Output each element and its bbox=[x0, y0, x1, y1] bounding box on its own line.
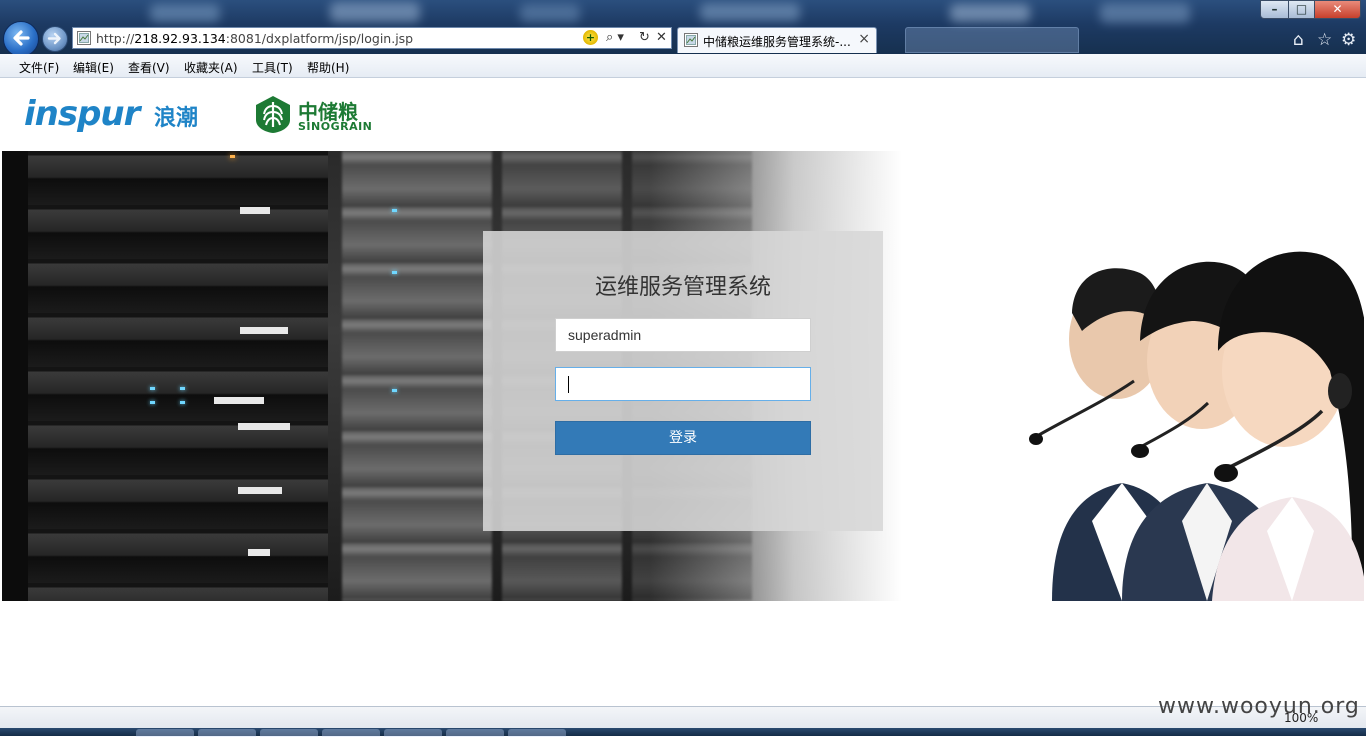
stop-icon[interactable]: ✕ bbox=[656, 30, 667, 45]
maximize-icon: □ bbox=[1295, 2, 1308, 16]
maximize-button[interactable]: □ bbox=[1288, 0, 1315, 19]
arrow-left-icon bbox=[13, 30, 30, 46]
login-title: 运维服务管理系统 bbox=[594, 275, 771, 300]
inspur-logo-cn: 浪潮 bbox=[154, 106, 199, 131]
sinograin-emblem-icon bbox=[256, 96, 290, 133]
address-url[interactable]: http://218.92.93.134:8081/dxplatform/jsp… bbox=[96, 31, 413, 46]
url-host: 218.92.93.134 bbox=[134, 31, 226, 46]
minimize-button[interactable]: – bbox=[1260, 0, 1289, 19]
username-value: superadmin bbox=[568, 327, 642, 343]
login-button[interactable]: 登录 bbox=[555, 421, 811, 455]
arrow-right-icon bbox=[47, 32, 61, 45]
menu-bar: 文件(F) 编辑(E) 查看(V) 收藏夹(A) 工具(T) 帮助(H) bbox=[0, 54, 1366, 78]
hero-banner: 运维服务管理系统 superadmin 登录 bbox=[2, 151, 1364, 601]
browser-titlebar: http://218.92.93.134:8081/dxplatform/jsp… bbox=[0, 0, 1366, 54]
favorites-star-icon[interactable]: ☆ bbox=[1317, 30, 1332, 50]
password-input[interactable] bbox=[555, 367, 811, 401]
page-content: inspur 浪潮 中储粮 SINOGRAIN 运维服务管理系统 superad… bbox=[2, 78, 1364, 706]
menu-tools[interactable]: 工具(T) bbox=[252, 59, 293, 76]
tab-close-icon[interactable]: × bbox=[858, 31, 870, 47]
url-path: :8081/dxplatform/jsp/login.jsp bbox=[225, 31, 414, 46]
inspur-logo: inspur bbox=[24, 94, 140, 134]
minimize-icon: – bbox=[1271, 2, 1278, 16]
watermark: www.wooyun.org bbox=[1158, 694, 1360, 719]
menu-help[interactable]: 帮助(H) bbox=[307, 59, 349, 76]
new-tab-button[interactable] bbox=[905, 27, 1079, 53]
address-bar[interactable]: http://218.92.93.134:8081/dxplatform/jsp… bbox=[72, 27, 672, 49]
forward-button[interactable] bbox=[42, 26, 68, 52]
text-caret bbox=[568, 376, 569, 393]
os-taskbar bbox=[0, 728, 1366, 737]
back-button[interactable] bbox=[3, 21, 39, 54]
refresh-icon[interactable]: ↻ bbox=[639, 30, 650, 45]
tab-login[interactable]: 中储粮运维服务管理系统-... × bbox=[677, 27, 877, 53]
menu-edit[interactable]: 编辑(E) bbox=[73, 59, 114, 76]
menu-file[interactable]: 文件(F) bbox=[19, 59, 59, 76]
tab-title: 中储粮运维服务管理系统-... bbox=[703, 35, 851, 49]
close-window-button[interactable]: ✕ bbox=[1314, 0, 1361, 19]
search-dropdown-icon[interactable]: ⌕ ▾ bbox=[606, 30, 624, 45]
sinograin-logo-en: SINOGRAIN bbox=[298, 120, 373, 133]
customer-service-agents-image bbox=[1029, 251, 1364, 601]
url-scheme: http:// bbox=[96, 31, 135, 46]
menu-view[interactable]: 查看(V) bbox=[128, 59, 170, 76]
home-icon[interactable]: ⌂ bbox=[1293, 30, 1304, 50]
page-icon bbox=[77, 31, 91, 45]
compatibility-view-icon[interactable]: + bbox=[583, 30, 598, 45]
close-icon: ✕ bbox=[1332, 2, 1343, 16]
login-panel: 运维服务管理系统 superadmin 登录 bbox=[483, 231, 883, 531]
menu-favorites[interactable]: 收藏夹(A) bbox=[184, 59, 238, 76]
page-icon bbox=[684, 33, 698, 47]
username-input[interactable]: superadmin bbox=[555, 318, 811, 352]
gear-icon[interactable]: ⚙ bbox=[1341, 30, 1356, 50]
